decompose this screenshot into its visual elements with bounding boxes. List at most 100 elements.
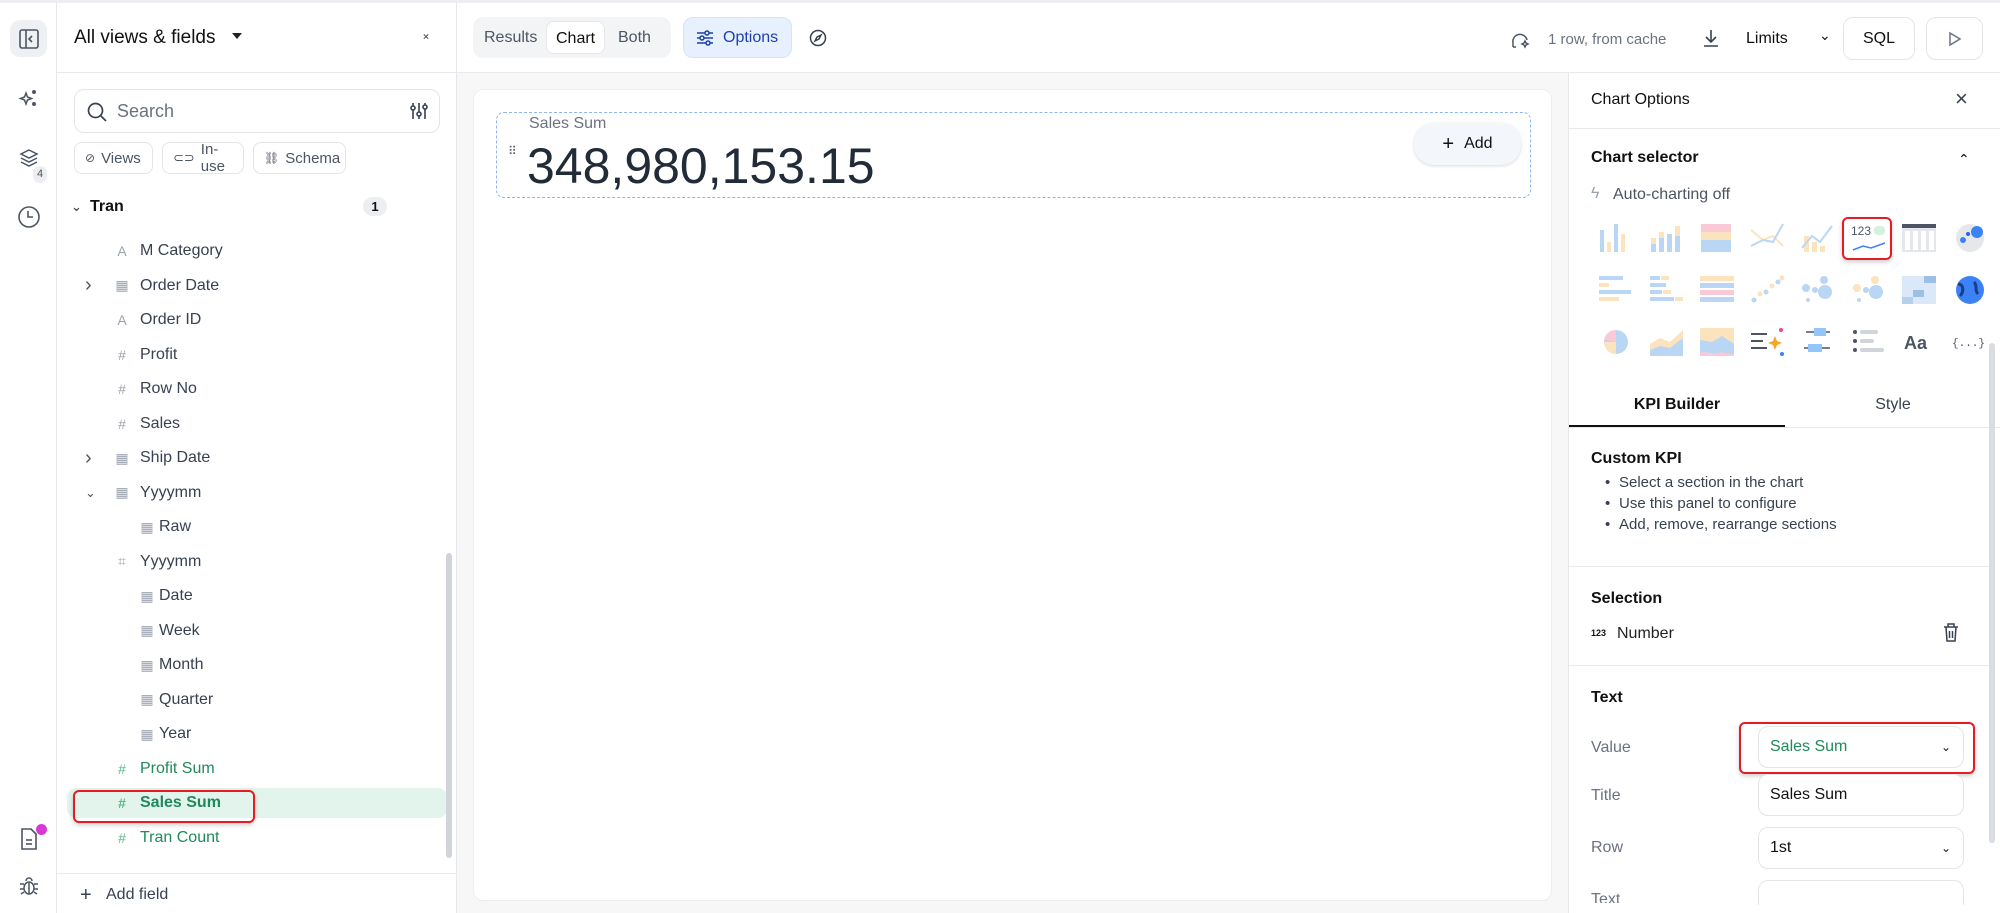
chart-type-table-icon[interactable]	[1899, 218, 1939, 258]
chart-type-globe-icon[interactable]	[1950, 270, 1990, 310]
chart-type-list-icon[interactable]	[1849, 322, 1889, 362]
tab-results[interactable]: Results	[475, 21, 546, 54]
close-icon[interactable]: ×	[1955, 86, 1968, 112]
field-item[interactable]: ▦ Week	[67, 616, 447, 646]
caret-down-icon[interactable]	[232, 33, 242, 39]
chart-type-heatmap-icon[interactable]	[1899, 270, 1939, 310]
chart-type-line-icon[interactable]	[1748, 218, 1788, 258]
chevron-up-icon[interactable]: ⌃	[1958, 151, 1970, 168]
chart-type-bar-line-icon[interactable]	[1798, 218, 1838, 258]
calendar-icon: ▦	[140, 587, 154, 604]
chart-type-bubble-color-icon[interactable]	[1849, 270, 1889, 310]
field-item[interactable]: A Order ID	[67, 305, 447, 335]
views-dropdown[interactable]: All views & fields	[74, 27, 216, 49]
sparkles-icon[interactable]	[10, 80, 47, 117]
field-item[interactable]: ▦ Quarter	[67, 685, 447, 715]
field-item[interactable]: # Tran Count	[67, 823, 447, 853]
chart-type-hbar-icon[interactable]	[1596, 270, 1636, 310]
query-status: 1 row, from cache	[1548, 31, 1667, 48]
hash-icon: #	[118, 381, 126, 397]
options-button[interactable]: Options	[683, 17, 792, 58]
chevron-down-icon[interactable]: ⌄	[85, 485, 96, 501]
field-item[interactable]: ⌗ Yyyymm	[67, 547, 447, 577]
svg-text:123: 123	[1851, 224, 1871, 238]
bug-icon[interactable]	[10, 867, 47, 904]
search-field[interactable]	[74, 89, 440, 133]
divider	[1569, 665, 1989, 666]
chart-type-scatter-map-icon[interactable]	[1950, 218, 1990, 258]
tab-chart[interactable]: Chart	[546, 21, 606, 54]
chart-type-bar-icon[interactable]	[1596, 218, 1636, 258]
schema-chip[interactable]: ⛓ Schema	[253, 142, 346, 174]
chart-options-panel: Chart Options × Chart selector ⌃ ϟ Auto-…	[1568, 73, 2000, 913]
add-field-button[interactable]: + Add field	[77, 880, 457, 910]
divider	[57, 873, 457, 874]
field-item[interactable]: # Sales	[67, 409, 447, 439]
group-tran[interactable]: ⌄ Tran 1	[67, 192, 447, 222]
panel-scrollbar[interactable]	[1989, 343, 1995, 843]
field-item[interactable]: › ▦ Ship Date	[67, 443, 447, 473]
drag-handle-icon[interactable]: ⠿	[508, 145, 517, 157]
chart-type-area-icon[interactable]	[1647, 322, 1687, 362]
value-select[interactable]: Sales Sum ⌄	[1758, 726, 1964, 768]
field-item[interactable]: # Profit Sum	[67, 754, 447, 784]
chart-type-stacked-bar-icon[interactable]	[1647, 218, 1687, 258]
chart-type-ai-insight-icon[interactable]	[1748, 322, 1788, 362]
run-button[interactable]	[1926, 17, 1983, 60]
chart-type-stacked-hbar-icon[interactable]	[1647, 270, 1687, 310]
selection-item[interactable]: Number	[1617, 625, 1674, 643]
in-use-chip[interactable]: ⊂⊃ In-use	[162, 141, 244, 175]
chevron-right-icon[interactable]: ›	[85, 274, 92, 297]
chart-type-stacked-area-icon[interactable]	[1697, 322, 1737, 362]
field-item[interactable]: › ▦ Order Date	[67, 271, 447, 301]
chart-type-bubble-icon[interactable]	[1798, 270, 1838, 310]
sql-button[interactable]: SQL	[1843, 17, 1915, 60]
text-input[interactable]	[1758, 880, 1964, 905]
auto-charting-toggle[interactable]: Auto-charting off	[1613, 186, 1730, 204]
kpi-value[interactable]: 348,980,153.15	[527, 137, 875, 195]
refresh-cache-icon[interactable]	[1510, 29, 1530, 49]
chart-type-custom-icon[interactable]: {...}	[1950, 322, 1990, 362]
limits-dropdown[interactable]: Limits	[1746, 30, 1788, 48]
calendar-icon: ▦	[140, 691, 154, 707]
hash-icon: #	[118, 346, 126, 363]
chart-type-boxplot-icon[interactable]	[1798, 322, 1838, 362]
field-item[interactable]: ▦ Year	[67, 719, 447, 749]
field-item[interactable]: AM Category	[67, 236, 447, 266]
row-select[interactable]: 1st ⌄	[1758, 827, 1964, 869]
field-item[interactable]: # Profit	[67, 340, 447, 370]
search-input[interactable]	[117, 99, 377, 123]
field-item[interactable]: # Sales Sum	[67, 788, 447, 818]
chart-selector-title: Chart selector	[1591, 149, 1699, 166]
field-item[interactable]: ⌄ ▦ Yyyymm	[67, 478, 447, 508]
chart-type-scatter-icon[interactable]	[1748, 270, 1788, 310]
chart-type-pie-icon[interactable]	[1596, 322, 1636, 362]
tab-both[interactable]: Both	[609, 21, 660, 54]
filter-sliders-icon[interactable]	[409, 101, 429, 121]
field-item[interactable]: # Row No	[67, 374, 447, 404]
icon-rail: 4	[0, 3, 57, 913]
chart-type-heat-bar-icon[interactable]	[1697, 218, 1737, 258]
sidebar-scrollbar[interactable]	[446, 553, 452, 858]
tab-style[interactable]: Style	[1785, 383, 2000, 427]
field-item[interactable]: ▦ Month	[67, 650, 447, 680]
views-chip[interactable]: ⊘ Views	[74, 142, 153, 174]
kpi-section[interactable]: ⠿ Sales Sum 348,980,153.15 + Add	[496, 112, 1531, 198]
compass-icon[interactable]	[809, 29, 827, 47]
chart-type-kpi-icon[interactable]: 123	[1849, 218, 1889, 258]
tab-kpi-builder[interactable]: KPI Builder	[1569, 383, 1785, 427]
field-item[interactable]: ▦ Date	[67, 581, 447, 611]
download-icon[interactable]	[1701, 28, 1721, 48]
calendar-icon: ▦	[115, 449, 129, 466]
history-clock-icon[interactable]	[10, 198, 47, 235]
title-input[interactable]: Sales Sum	[1758, 774, 1964, 816]
chart-type-text-icon[interactable]: Aa	[1899, 322, 1939, 362]
chart-type-heat-hbar-icon[interactable]	[1697, 270, 1737, 310]
chevron-right-icon[interactable]: ›	[85, 447, 92, 470]
field-item[interactable]: ▦ Raw	[67, 512, 447, 542]
add-section-button[interactable]: + Add	[1414, 123, 1521, 165]
toggle-sidebar-icon[interactable]	[10, 20, 47, 57]
collapse-all-icon[interactable]: ⌄ ⌃	[421, 27, 431, 47]
divider	[1569, 427, 2000, 428]
trash-icon[interactable]	[1943, 623, 1959, 642]
